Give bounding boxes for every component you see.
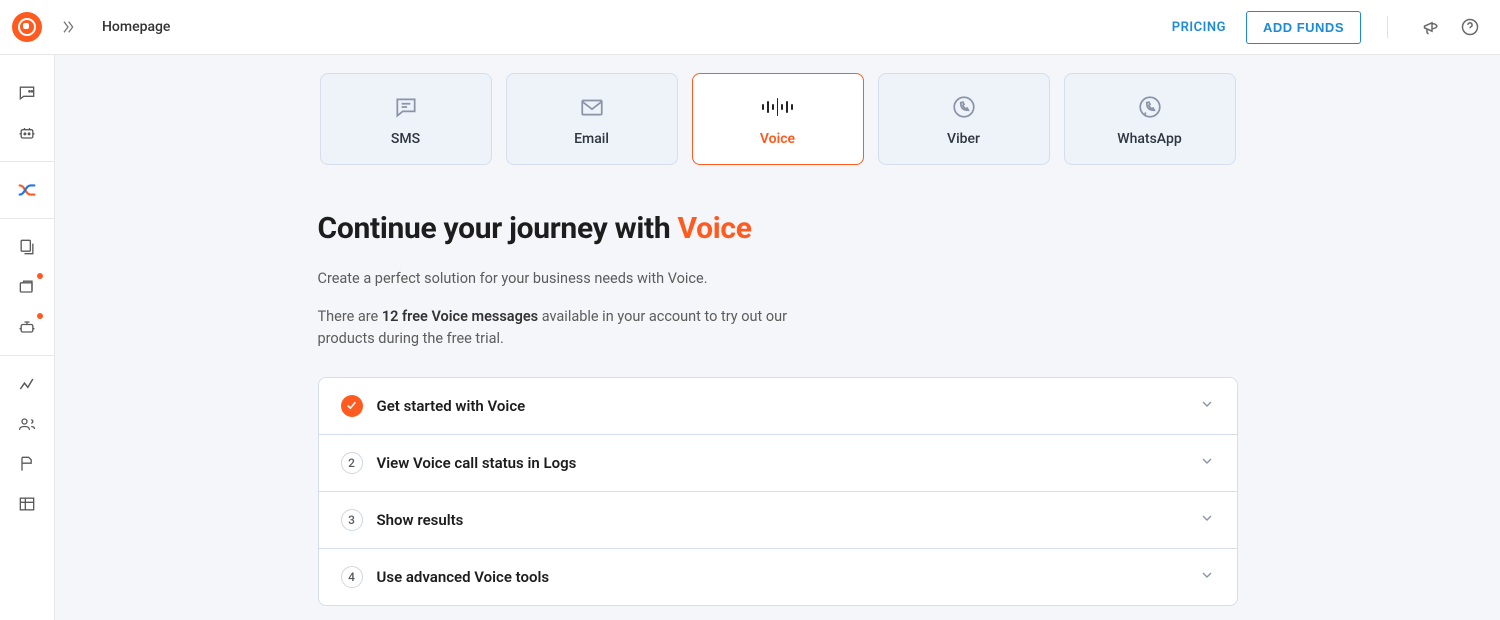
sidebar-item-report[interactable]	[0, 444, 55, 484]
sidebar-item-grid[interactable]	[0, 484, 55, 524]
whatsapp-icon	[1137, 91, 1163, 123]
step-2[interactable]: 2 View Voice call status in Logs	[319, 435, 1237, 492]
channel-label: Viber	[947, 131, 980, 147]
channel-label: Voice	[760, 131, 795, 147]
channel-label: Email	[574, 131, 609, 147]
channel-viber[interactable]: Viber	[878, 73, 1050, 165]
sidebar-item-analytics[interactable]	[0, 364, 55, 404]
step-title: Get started with Voice	[377, 397, 1199, 415]
pricing-link[interactable]: PRICING	[1172, 20, 1226, 35]
sidebar-item-chat[interactable]	[0, 73, 55, 113]
subtitle: Create a perfect solution for your busin…	[318, 268, 1238, 290]
topbar: Homepage PRICING ADD FUNDS	[0, 0, 1500, 55]
voice-icon	[762, 91, 793, 123]
step-title: View Voice call status in Logs	[377, 454, 1199, 472]
sidebar-item-flow[interactable]	[0, 170, 55, 210]
channel-label: SMS	[391, 131, 420, 147]
step-number: 4	[341, 566, 363, 588]
channel-voice[interactable]: Voice	[692, 73, 864, 165]
step-number: 2	[341, 452, 363, 474]
step-4[interactable]: 4 Use advanced Voice tools	[319, 549, 1237, 605]
step-1[interactable]: Get started with Voice	[319, 378, 1237, 435]
brand-logo[interactable]	[12, 12, 42, 42]
step-number: 3	[341, 509, 363, 531]
sidebar-item-send[interactable]	[0, 267, 55, 307]
chevron-down-icon	[1199, 453, 1215, 473]
viber-icon	[951, 91, 977, 123]
sidebar-item-robot[interactable]	[0, 307, 55, 347]
headline: Continue your journey with Voice	[318, 211, 1238, 246]
separator	[1387, 16, 1388, 38]
channel-label: WhatsApp	[1117, 131, 1181, 147]
step-title: Use advanced Voice tools	[377, 568, 1199, 586]
chevron-down-icon	[1199, 567, 1215, 587]
sidebar-item-copy[interactable]	[0, 227, 55, 267]
chevron-down-icon	[1199, 510, 1215, 530]
step-3[interactable]: 3 Show results	[319, 492, 1237, 549]
check-icon	[341, 395, 363, 417]
steps-accordion: Get started with Voice 2 View Voice call…	[318, 377, 1238, 606]
channel-whatsapp[interactable]: WhatsApp	[1064, 73, 1236, 165]
sidebar-item-people[interactable]	[0, 404, 55, 444]
chevron-down-icon	[1199, 396, 1215, 416]
main-content: SMS Email Voice	[55, 55, 1500, 620]
channel-sms[interactable]: SMS	[320, 73, 492, 165]
add-funds-button[interactable]: ADD FUNDS	[1246, 11, 1361, 44]
page-title: Homepage	[102, 19, 170, 35]
expand-sidebar-icon[interactable]	[60, 19, 76, 35]
announcements-icon[interactable]	[1422, 17, 1442, 37]
sidebar	[0, 55, 55, 620]
step-title: Show results	[377, 511, 1199, 529]
channel-tabs: SMS Email Voice	[55, 55, 1500, 165]
sidebar-item-bot[interactable]	[0, 113, 55, 153]
sms-icon	[393, 91, 419, 123]
free-trial-info: There are 12 free Voice messages availab…	[318, 306, 838, 351]
channel-email[interactable]: Email	[506, 73, 678, 165]
help-icon[interactable]	[1460, 17, 1480, 37]
email-icon	[579, 91, 605, 123]
